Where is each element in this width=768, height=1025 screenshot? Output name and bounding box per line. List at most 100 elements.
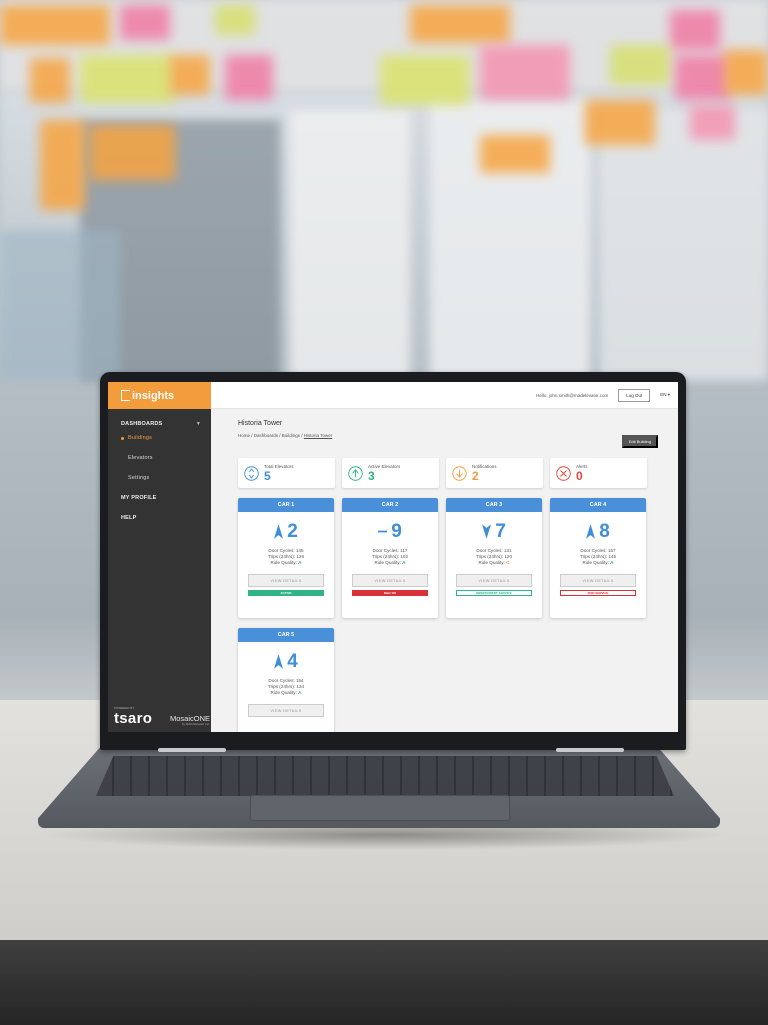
sidebar-nav: DASHBOARDS ▼ Buildings Elevators Setting… — [108, 409, 211, 525]
breadcrumb: Home / Dashboards / Buildings / Historia… — [238, 433, 332, 438]
car-floor-display: 7 — [482, 522, 506, 541]
language-selector[interactable]: EN ▾ — [660, 392, 670, 398]
car-floor-display: 8 — [586, 522, 610, 541]
sidebar-item-label: MY PROFILE — [121, 495, 157, 501]
sidebar-item-settings[interactable]: Settings — [108, 471, 211, 485]
desk-edge — [0, 940, 768, 1025]
app-logo[interactable]: insights — [108, 382, 211, 409]
car-floor-display: 2 — [274, 522, 298, 541]
status-badge: Main Off — [352, 590, 428, 596]
active-arrow-icon — [348, 465, 363, 481]
floor-number: 2 — [287, 521, 298, 542]
main-content: Hello, john.smith@madelevator.com Log Ou… — [211, 382, 678, 732]
status-badge: ACTIVE — [248, 590, 324, 596]
view-details-button[interactable]: VIEW DETAILS — [248, 574, 324, 587]
car-stats: Door Cycles: 157 Trips (24hrs): 145 Ride… — [580, 548, 616, 566]
laptop-hinge-right — [556, 748, 624, 752]
ride-quality: Ride Quality: A — [374, 560, 406, 565]
top-bar: Hello, john.smith@madelevator.com Log Ou… — [211, 382, 678, 409]
car-name: CAR 3 — [446, 498, 542, 512]
floor-number: 8 — [599, 521, 610, 542]
logout-button[interactable]: Log Out — [618, 388, 651, 402]
logo-bracket-icon — [121, 390, 130, 401]
edit-building-button[interactable]: Edit Building — [621, 435, 658, 448]
car-floor-display: 4 — [274, 652, 298, 671]
sidebar-item-dashboards[interactable]: DASHBOARDS ▼ — [108, 417, 211, 431]
view-details-button[interactable]: VIEW DETAILS — [456, 574, 532, 587]
laptop-keyboard — [96, 756, 674, 796]
status-badge: FIRE SERVICE — [560, 590, 636, 596]
view-details-button[interactable]: VIEW DETAILS — [248, 704, 324, 717]
alert-x-icon — [556, 465, 571, 481]
car-card-2: CAR 2 9 Door Cycles: 117 Trips (24hrs): … — [342, 498, 438, 618]
car-name: CAR 1 — [238, 498, 334, 512]
arrow-down-icon — [482, 524, 492, 539]
view-details-button[interactable]: VIEW DETAILS — [560, 574, 636, 587]
sidebar-item-buildings[interactable]: Buildings — [108, 431, 211, 445]
sidebar-item-label: Settings — [128, 475, 150, 481]
stat-card-notifications[interactable]: Notifications 2 — [446, 458, 543, 488]
ride-quality: Ride Quality: A — [270, 560, 302, 565]
sidebar-item-label: Elevators — [128, 455, 153, 461]
sidebar-item-help[interactable]: HELP — [108, 511, 211, 525]
car-stats: Door Cycles: 117 Trips (24hrs): 102 Ride… — [372, 548, 408, 566]
car-card-3: CAR 3 7 Door Cycles: 131 Trips (24hrs): … — [446, 498, 542, 618]
sidebar-item-label: Buildings — [128, 435, 153, 441]
ride-quality: Ride Quality: A — [270, 690, 302, 695]
laptop-touchpad — [250, 795, 510, 821]
notification-arrow-icon — [452, 465, 467, 481]
ride-quality-grade: A — [610, 560, 614, 565]
view-details-button[interactable]: VIEW DETAILS — [352, 574, 428, 587]
sidebar-item-label: DASHBOARDS — [121, 421, 163, 427]
car-card-1: CAR 1 2 Door Cycles: 145 Trips (24hrs): … — [238, 498, 334, 618]
idle-dash-icon — [378, 530, 388, 533]
laptop-screen: insights DASHBOARDS ▼ Buildings Elevator… — [108, 382, 678, 732]
status-badge: INDEPENDENT SERVICE — [456, 590, 532, 596]
ride-quality: Ride Quality: C — [478, 560, 510, 565]
title-row: Historia Tower Home / Dashboards / Build… — [238, 420, 658, 448]
ride-quality-grade: A — [298, 690, 302, 695]
car-card-5: CAR 5 4 Door Cycles: 154 Trips (24hrs): … — [238, 628, 334, 732]
logo-text: insights — [132, 389, 175, 402]
ride-quality-grade: A — [298, 560, 302, 565]
stat-value: 5 — [264, 469, 271, 483]
car-stats: Door Cycles: 145 Trips (24hrs): 126 Ride… — [268, 548, 304, 566]
ride-quality: Ride Quality: A — [582, 560, 614, 565]
car-name: CAR 4 — [550, 498, 646, 512]
breadcrumb-path[interactable]: Home / Dashboards / Buildings / — [238, 433, 304, 438]
sidebar-item-elevators[interactable]: Elevators — [108, 451, 211, 465]
car-name: CAR 2 — [342, 498, 438, 512]
page-title: Historia Tower — [238, 420, 283, 427]
stats-row: Total Elevators 5 Active Elevators 3 Not… — [238, 458, 658, 488]
car-name: CAR 5 — [238, 628, 334, 642]
car-grid: CAR 1 2 Door Cycles: 145 Trips (24hrs): … — [238, 498, 658, 732]
stat-card-total-elevators[interactable]: Total Elevators 5 — [238, 458, 335, 488]
floor-number: 9 — [391, 521, 402, 542]
car-floor-display: 9 — [378, 522, 402, 541]
stat-value: 0 — [576, 469, 583, 483]
stat-card-alerts[interactable]: Alerts 0 — [550, 458, 647, 488]
mosaicone-logo: MosaicONE by MAD Elevator Inc. — [170, 714, 210, 727]
arrow-up-icon — [586, 524, 596, 539]
car-stats: Door Cycles: 154 Trips (24hrs): 134 Ride… — [268, 678, 304, 696]
arrow-up-icon — [274, 654, 284, 669]
car-card-4: CAR 4 8 Door Cycles: 157 Trips (24hrs): … — [550, 498, 646, 618]
elevator-icon — [244, 465, 259, 481]
footer-brand: tsaro MosaicONE by MAD Elevator Inc. — [114, 711, 210, 726]
dashboard-content: Historia Tower Home / Dashboards / Build… — [211, 409, 678, 732]
car-stats: Door Cycles: 131 Trips (24hrs): 120 Ride… — [476, 548, 512, 566]
ride-quality-grade: A — [402, 560, 406, 565]
arrow-up-icon — [274, 524, 284, 539]
tsaro-logo: tsaro — [114, 710, 153, 727]
stat-value: 3 — [368, 469, 375, 483]
breadcrumb-current[interactable]: Historia Tower — [304, 433, 332, 438]
sidebar-item-my-profile[interactable]: MY PROFILE — [108, 491, 211, 505]
laptop-hinge-left — [158, 748, 226, 752]
partner-subtitle: by MAD Elevator Inc. — [181, 722, 210, 726]
stat-value: 2 — [472, 469, 479, 483]
floor-number: 7 — [495, 521, 506, 542]
user-greeting: Hello, john.smith@madelevator.com — [536, 392, 609, 398]
floor-number: 4 — [287, 651, 298, 672]
sidebar-item-label: HELP — [121, 515, 137, 521]
stat-card-active-elevators[interactable]: Active Elevators 3 — [342, 458, 439, 488]
